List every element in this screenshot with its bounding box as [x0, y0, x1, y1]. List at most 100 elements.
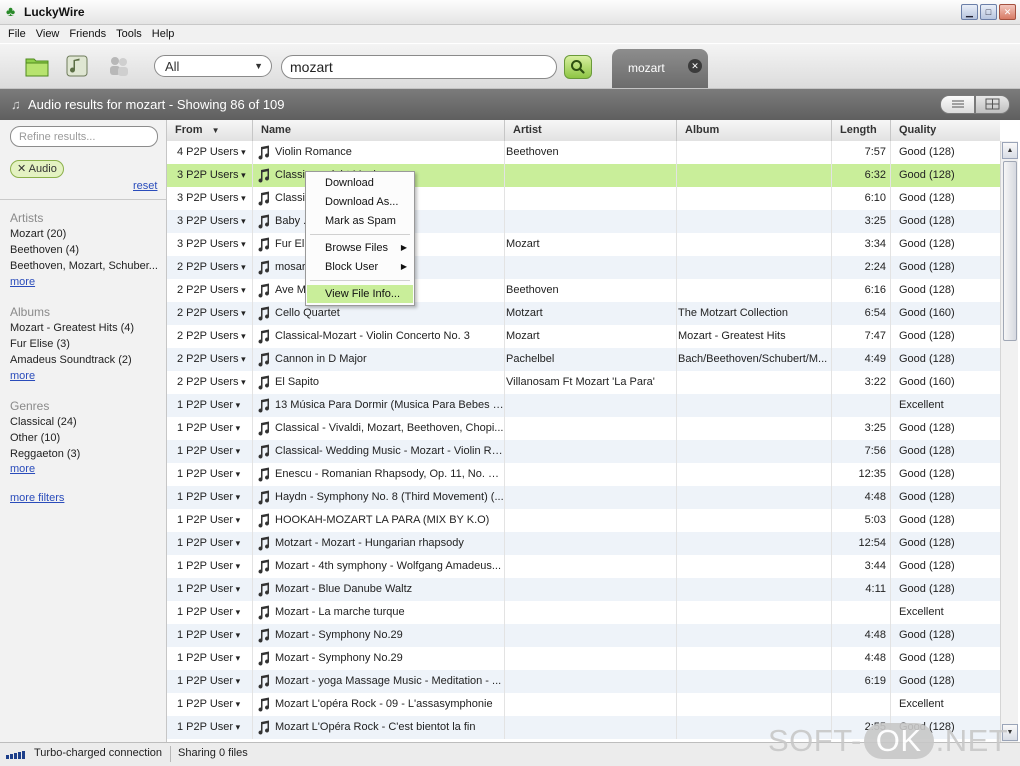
table-row[interactable]: 1 P2P User ▾ Mozart - 4th symphony - Wolf… — [167, 555, 1000, 578]
table-row[interactable]: 2 P2P Users ▾mosar... ...art - 7th symph… — [167, 256, 1000, 279]
table-row[interactable]: 2 P2P Users ▾ Classical-Mozart - Violin C… — [167, 325, 1000, 348]
table-row[interactable]: 1 P2P User ▾ 13 Música Para Dormir (Music… — [167, 394, 1000, 417]
source-dropdown-icon[interactable]: ▾ — [233, 630, 241, 640]
genres-more-link[interactable]: more — [10, 463, 35, 475]
source-dropdown-icon[interactable]: ▾ — [239, 147, 246, 157]
artist-facet-item[interactable]: Mozart (20) — [10, 228, 66, 240]
search-tab-mozart[interactable]: mozart ✕ — [612, 49, 708, 88]
source-dropdown-icon[interactable]: ▾ — [233, 607, 241, 617]
source-dropdown-icon[interactable]: ▾ — [239, 377, 246, 387]
sharing-status[interactable]: Sharing 0 files — [178, 747, 248, 759]
source-dropdown-icon[interactable]: ▾ — [233, 653, 241, 663]
source-dropdown-icon[interactable]: ▾ — [233, 423, 241, 433]
column-header-from[interactable]: From ▼ — [167, 120, 253, 141]
table-row[interactable]: 2 P2P Users ▾ Ave M... Beethoven 6:16 Good (… — [167, 279, 1000, 302]
context-block-user[interactable]: Block User ▶ — [307, 258, 413, 276]
source-dropdown-icon[interactable]: ▾ — [233, 446, 241, 456]
table-row[interactable]: 2 P2P Users ▾ Cannon in D Major Pachelbel B… — [167, 348, 1000, 371]
table-row[interactable]: 3 P2P Users ▾Classic... ...ight Music6:3… — [167, 164, 1000, 187]
friends-icon[interactable] — [106, 53, 132, 79]
table-row[interactable]: 1 P2P User ▾ Mozart - Symphony No.29 4:48 G… — [167, 647, 1000, 670]
library-folder-icon[interactable] — [24, 53, 50, 79]
menu-tools[interactable]: Tools — [111, 28, 147, 40]
table-row[interactable]: 1 P2P User ▾ Motzart - Mozart - Hungarian… — [167, 532, 1000, 555]
source-dropdown-icon[interactable]: ▾ — [239, 354, 246, 364]
table-row[interactable]: 1 P2P User ▾ Mozart - Blue Danube Waltz 4:… — [167, 578, 1000, 601]
source-dropdown-icon[interactable]: ▾ — [239, 239, 246, 249]
search-button[interactable] — [564, 55, 592, 79]
artists-more-link[interactable]: more — [10, 276, 35, 288]
table-row[interactable]: 3 P2P Users ▾ Fur Eli... Mozart 3:34 Good (1… — [167, 233, 1000, 256]
source-dropdown-icon[interactable]: ▾ — [233, 469, 241, 479]
source-dropdown-icon[interactable]: ▾ — [233, 515, 241, 525]
list-view-button[interactable] — [940, 95, 975, 114]
table-row[interactable]: 1 P2P User ▾ Mozart - La marche turque Exc… — [167, 601, 1000, 624]
menu-file[interactable]: File — [0, 28, 31, 40]
reset-filters-link[interactable]: reset — [133, 180, 157, 192]
column-header-artist[interactable]: Artist — [505, 120, 677, 141]
artist-facet-item[interactable]: Beethoven, Mozart, Schuber... — [10, 260, 158, 272]
source-dropdown-icon[interactable]: ▾ — [233, 538, 241, 548]
context-mark-as-spam[interactable]: Mark as Spam — [307, 212, 413, 230]
category-select[interactable]: All ▼ — [154, 55, 272, 77]
source-dropdown-icon[interactable]: ▾ — [239, 216, 246, 226]
table-row[interactable]: 1 P2P User ▾ Haydn - Symphony No. 8 (Thir… — [167, 486, 1000, 509]
media-player-icon[interactable] — [64, 53, 90, 79]
albums-more-link[interactable]: more — [10, 370, 35, 382]
results-scrollbar[interactable]: ▲ ▼ — [1000, 141, 1018, 742]
genre-facet-item[interactable]: Other (10) — [10, 432, 60, 444]
source-dropdown-icon[interactable]: ▾ — [239, 285, 246, 295]
artist-facet-item[interactable]: Beethoven (4) — [10, 244, 79, 256]
table-row[interactable]: 1 P2P User ▾ Mozart - Symphony No.29 4:48 G… — [167, 624, 1000, 647]
column-header-album[interactable]: Album — [677, 120, 832, 141]
table-row[interactable]: 2 P2P Users ▾ El Sapito Villanosam Ft Moza… — [167, 371, 1000, 394]
table-row[interactable]: 1 P2P User ▾ Mozart L'opéra Rock - 09 - L… — [167, 693, 1000, 716]
column-header-quality[interactable]: Quality — [891, 120, 1000, 141]
menu-view[interactable]: View — [31, 28, 65, 40]
source-dropdown-icon[interactable]: ▾ — [233, 699, 241, 709]
column-header-length[interactable]: Length — [832, 120, 891, 141]
maximize-button[interactable]: □ — [980, 4, 997, 20]
source-dropdown-icon[interactable]: ▾ — [233, 400, 241, 410]
table-row[interactable]: 3 P2P Users ▾Baby ... ...valdi, Mozart, … — [167, 210, 1000, 233]
context-browse-files[interactable]: Browse Files ▶ — [307, 239, 413, 257]
source-dropdown-icon[interactable]: ▾ — [233, 722, 241, 732]
column-header-name[interactable]: Name — [253, 120, 505, 141]
genre-facet-item[interactable]: Classical (24) — [10, 416, 77, 428]
table-row[interactable]: 1 P2P User ▾ Classical- Wedding Music - M… — [167, 440, 1000, 463]
context-view-file-info[interactable]: View File Info... — [307, 285, 413, 303]
table-row[interactable]: 2 P2P Users ▾ Cello Quartet Motzart The Mot… — [167, 302, 1000, 325]
close-tab-icon[interactable]: ✕ — [688, 59, 702, 73]
menu-help[interactable]: Help — [147, 28, 180, 40]
source-dropdown-icon[interactable]: ▾ — [239, 262, 246, 272]
album-facet-item[interactable]: Fur Elise (3) — [10, 338, 70, 350]
table-row[interactable]: 1 P2P User ▾ Mozart - yoga Massage Music … — [167, 670, 1000, 693]
table-row[interactable]: 1 P2P User ▾ Enescu - Romanian Rhapsody, … — [167, 463, 1000, 486]
refine-results-input[interactable] — [10, 126, 158, 147]
source-dropdown-icon[interactable]: ▾ — [239, 308, 246, 318]
audio-filter-chip[interactable]: ✕ Audio — [10, 160, 64, 178]
table-row[interactable]: 1 P2P User ▾ Classical - Vivaldi, Mozart,… — [167, 417, 1000, 440]
context-download-as[interactable]: Download As... — [307, 193, 413, 211]
source-dropdown-icon[interactable]: ▾ — [239, 193, 246, 203]
genre-facet-item[interactable]: Reggaeton (3) — [10, 448, 80, 460]
source-dropdown-icon[interactable]: ▾ — [233, 676, 241, 686]
source-dropdown-icon[interactable]: ▾ — [239, 170, 246, 180]
table-row[interactable]: 1 P2P User ▾ HOOKAH-MOZART LA PARA (MIX B… — [167, 509, 1000, 532]
more-filters-link[interactable]: more filters — [10, 492, 64, 504]
source-dropdown-icon[interactable]: ▾ — [233, 561, 241, 571]
source-dropdown-icon[interactable]: ▾ — [233, 492, 241, 502]
scroll-thumb[interactable] — [1003, 161, 1017, 341]
menu-friends[interactable]: Friends — [64, 28, 111, 40]
album-facet-item[interactable]: Mozart - Greatest Hits (4) — [10, 322, 134, 334]
table-row[interactable]: 3 P2P Users ▾Classi... Sonata6:10Good (1… — [167, 187, 1000, 210]
minimize-button[interactable]: ▁ — [961, 4, 978, 20]
source-dropdown-icon[interactable]: ▾ — [239, 331, 246, 341]
scroll-up-button[interactable]: ▲ — [1002, 142, 1018, 159]
remove-filter-icon[interactable]: ✕ — [17, 163, 26, 175]
table-row[interactable]: 4 P2P Users ▾ Violin Romance Beethoven 7:57… — [167, 141, 1000, 164]
search-input[interactable] — [281, 55, 557, 79]
classic-view-button[interactable] — [975, 95, 1010, 114]
context-download[interactable]: Download — [307, 174, 413, 192]
source-dropdown-icon[interactable]: ▾ — [233, 584, 241, 594]
